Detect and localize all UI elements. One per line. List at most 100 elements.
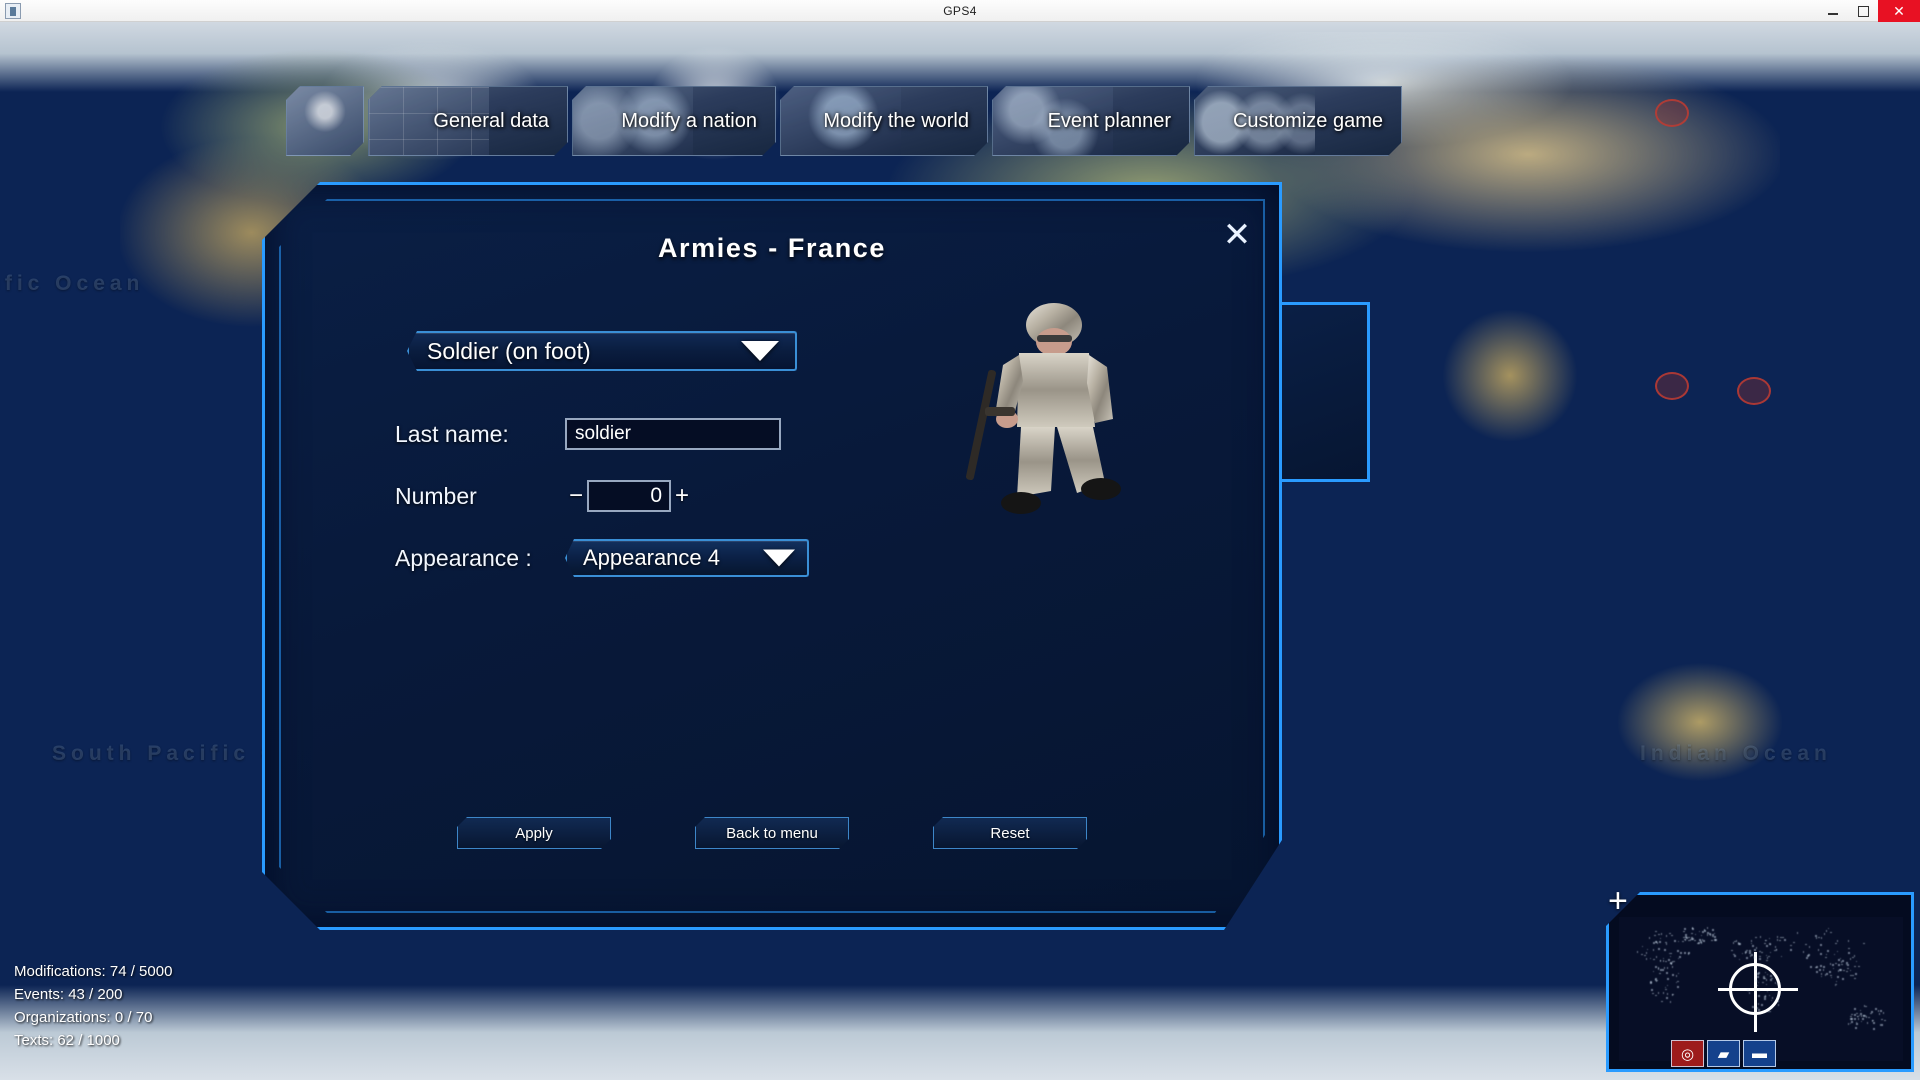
- minimap-land-dot: [1769, 938, 1771, 940]
- minimap-land-dot: [1810, 966, 1812, 968]
- minimap-land-dot: [1771, 978, 1773, 980]
- minimap-land-dot: [1672, 994, 1674, 996]
- minimap-land-dot: [1758, 995, 1760, 997]
- map-marker[interactable]: [1737, 377, 1771, 405]
- minimap-land-dot: [1863, 943, 1865, 945]
- minimap-land-dot: [1703, 940, 1705, 942]
- minimap-land-dot: [1837, 951, 1839, 953]
- number-decrement-button[interactable]: −: [565, 480, 587, 512]
- minimap-land-dot: [1834, 954, 1836, 956]
- minimap-land-dot: [1855, 1027, 1857, 1029]
- minimap-land-dot: [1673, 961, 1675, 963]
- minimap-land-dot: [1650, 958, 1652, 960]
- minimap-land-dot: [1659, 941, 1661, 943]
- minimap-land-dot: [1850, 1016, 1852, 1018]
- minimap-land-dot: [1770, 979, 1772, 981]
- minimap-land-dot: [1750, 955, 1752, 957]
- minimap-land-dot: [1653, 949, 1655, 951]
- minimap-land-dot: [1854, 978, 1856, 980]
- minimap-land-dot: [1676, 975, 1678, 977]
- minimap-land-dot: [1736, 940, 1738, 942]
- minimap-land-dot: [1790, 949, 1792, 951]
- minimap-land-dot: [1664, 949, 1666, 951]
- minimap-land-dot: [1746, 957, 1748, 959]
- minimap-land-dot: [1851, 1021, 1853, 1023]
- minimap-land-dot: [1838, 959, 1840, 961]
- minimap-land-dot: [1739, 943, 1741, 945]
- minimap-land-dot: [1758, 1009, 1760, 1011]
- minimap-land-dot: [1850, 1023, 1852, 1025]
- apply-button[interactable]: Apply: [457, 817, 611, 849]
- politics-globe-icon[interactable]: ◎: [1671, 1040, 1704, 1067]
- minimap-land-dot: [1820, 953, 1822, 955]
- minimap-land-dot: [1651, 989, 1653, 991]
- minimap-expand-button[interactable]: +: [1608, 884, 1628, 918]
- minimap-land-dot: [1823, 969, 1825, 971]
- menu-tab-general-data[interactable]: General data: [368, 86, 568, 156]
- minimap-land-dot: [1686, 937, 1688, 939]
- minimap-land-dot: [1829, 971, 1831, 973]
- close-button[interactable]: ✕: [1878, 0, 1920, 22]
- minimap-land-dot: [1678, 958, 1680, 960]
- dialog-close-icon[interactable]: ✕: [1217, 215, 1257, 255]
- minimap-land-dot: [1666, 972, 1668, 974]
- minimap-land-dot: [1707, 927, 1709, 929]
- minimap-land-dot: [1660, 938, 1662, 940]
- military-tank-icon[interactable]: ▬: [1743, 1040, 1776, 1067]
- minimap-land-dot: [1672, 966, 1674, 968]
- minimap-land-dot: [1652, 993, 1654, 995]
- unit-type-select[interactable]: Soldier (on foot): [407, 331, 797, 371]
- menu-tab-event-planner[interactable]: Event planner: [992, 86, 1190, 156]
- minimap-land-dot: [1653, 959, 1655, 961]
- minimap-land-dot: [1658, 992, 1660, 994]
- minimap-land-dot: [1683, 931, 1685, 933]
- minimap-land-dot: [1700, 941, 1702, 943]
- minimap-land-dot: [1766, 945, 1768, 947]
- counter-line: Organizations: 0 / 70: [14, 1006, 172, 1029]
- menu-tab-modify-the-world[interactable]: Modify the world: [780, 86, 988, 156]
- minimap-land-dot: [1666, 997, 1668, 999]
- minimap-land-dot: [1859, 1015, 1861, 1017]
- number-increment-button[interactable]: +: [671, 480, 693, 512]
- number-stepper: − +: [565, 480, 693, 512]
- minimap-land-dot: [1742, 953, 1744, 955]
- minimap-land-dot: [1666, 935, 1668, 937]
- menu-tab-home[interactable]: [286, 86, 364, 156]
- back-to-menu-button[interactable]: Back to menu: [695, 817, 849, 849]
- minimap-land-dot: [1769, 1011, 1771, 1013]
- minimize-button[interactable]: [1818, 0, 1848, 22]
- reset-button[interactable]: Reset: [933, 817, 1087, 849]
- minimap-land-dot: [1767, 1011, 1769, 1013]
- minimap-land-dot: [1816, 971, 1818, 973]
- minimap-land-dot: [1884, 1020, 1886, 1022]
- minimap-land-dot: [1761, 1004, 1763, 1006]
- minimap-land-dot: [1677, 950, 1679, 952]
- map-marker[interactable]: [1655, 372, 1689, 400]
- minimap-land-dot: [1858, 966, 1860, 968]
- unit-preview: [959, 295, 1149, 525]
- minimap-land-dot: [1688, 937, 1690, 939]
- menu-tab-modify-a-nation[interactable]: Modify a nation: [572, 86, 776, 156]
- minimap-land-dot: [1665, 989, 1667, 991]
- minimap-land-dot: [1712, 936, 1714, 938]
- minimap-land-dot: [1766, 955, 1768, 957]
- minimap-land-dot: [1821, 937, 1823, 939]
- appearance-select[interactable]: Appearance 4: [565, 539, 809, 577]
- window-title: GPS4: [0, 4, 1920, 18]
- number-input[interactable]: [587, 480, 671, 512]
- maximize-button[interactable]: [1848, 0, 1878, 22]
- menu-tab-customize-game[interactable]: Customize game: [1194, 86, 1402, 156]
- minimap-land-dot: [1670, 956, 1672, 958]
- last-name-input[interactable]: [565, 418, 781, 450]
- minimap-land-dot: [1803, 951, 1805, 953]
- minimap-land-dot: [1679, 956, 1681, 958]
- minimap-land-dot: [1815, 967, 1817, 969]
- minimap-land-dot: [1712, 929, 1714, 931]
- minimap-land-dot: [1769, 943, 1771, 945]
- minimap-land-dot: [1777, 939, 1779, 941]
- minimap-land-dot: [1757, 973, 1759, 975]
- minimap-land-dot: [1826, 954, 1828, 956]
- minimap-land-dot: [1649, 937, 1651, 939]
- economy-factory-icon[interactable]: ▰: [1707, 1040, 1740, 1067]
- minimap-land-dot: [1641, 954, 1643, 956]
